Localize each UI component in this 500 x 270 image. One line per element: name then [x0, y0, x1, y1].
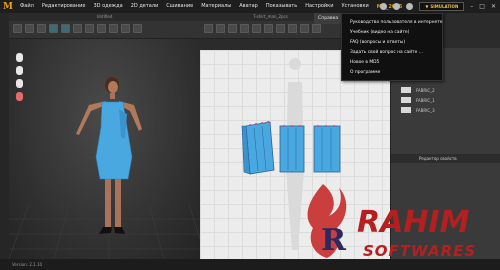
tool-brush-icon[interactable] [97, 24, 106, 33]
menu-file[interactable]: Файл [16, 0, 38, 13]
close-icon[interactable]: ✕ [491, 3, 496, 10]
pattern-piece[interactable] [245, 121, 275, 175]
watermark-sub: SOFTWARES [363, 242, 476, 260]
tool-rectangle-icon[interactable] [240, 24, 249, 33]
menu-settings[interactable]: Настройки [301, 0, 337, 13]
tool-sew-free-icon[interactable] [300, 24, 309, 33]
tool-transform-icon[interactable] [204, 24, 213, 33]
tool-edit-point-icon[interactable] [216, 24, 225, 33]
info-icon[interactable] [393, 3, 401, 10]
tool-rotate-icon[interactable] [37, 24, 46, 33]
fabric-list: FABRIC_2 FABRIC_1 FABRIC_3 [391, 85, 500, 115]
menu-display[interactable]: Показывать [262, 0, 301, 13]
tool-pin-icon[interactable] [73, 24, 82, 33]
menu-edit[interactable]: Редактирование [38, 0, 90, 13]
left-side-strip [0, 13, 9, 263]
menu-help[interactable]: Справка [314, 13, 343, 24]
toolbar-3d: Untitled [9, 13, 200, 39]
svg-text:R: R [321, 223, 347, 258]
tool-move-icon[interactable] [25, 24, 34, 33]
viewport-3d[interactable] [9, 39, 200, 259]
menu-item-online-manual[interactable]: Руководство пользователя в интернете [342, 18, 442, 28]
menu-item-about[interactable]: О программе [342, 68, 442, 78]
menu-item-ask-question[interactable]: Задать свой вопрос на сайте ... [342, 48, 442, 58]
menu-materials[interactable]: Материалы [197, 0, 235, 13]
menu-bar: M Файл Редактирование 3D одежда 2D детал… [0, 0, 500, 13]
menu-avatar[interactable]: Аватар [235, 0, 262, 13]
tool-fold-icon[interactable] [85, 24, 94, 33]
toolbar-3d-title: Untitled [9, 13, 200, 21]
fabric-name: FABRIC_3 [416, 107, 435, 113]
fabric-swatch [401, 107, 411, 113]
menu-item-video-tutorial[interactable]: Учебник (видео на сайте) [342, 28, 442, 38]
user-icon[interactable] [380, 3, 388, 10]
menu-item-whats-new[interactable]: Новое в MD5 [342, 58, 442, 68]
menu-2d-pattern[interactable]: 2D детали [127, 0, 163, 13]
list-item[interactable]: FABRIC_1 [391, 95, 500, 105]
menu-preferences[interactable]: Установки [337, 0, 372, 13]
simulation-button[interactable]: ▼ SIMULATION [419, 2, 465, 11]
property-editor-header: Редактор свойств [391, 154, 500, 163]
tool-camera-icon[interactable] [121, 24, 130, 33]
tool-measure-icon[interactable] [109, 24, 118, 33]
settings-icon[interactable] [406, 3, 414, 10]
tool-avatar-icon[interactable] [133, 24, 142, 33]
tool-circle-icon[interactable] [252, 24, 261, 33]
maximize-icon[interactable]: □ [479, 3, 485, 10]
avatar-scene [9, 77, 200, 259]
tool-tshirt-icon[interactable] [49, 24, 58, 33]
watermark-logo: R RAHIM SOFTWARES [307, 184, 476, 260]
tool-seam-icon[interactable] [276, 24, 285, 33]
fabric-swatch [401, 87, 411, 93]
fabric-swatch [401, 97, 411, 103]
pattern-piece[interactable] [279, 125, 305, 173]
tool-garment-icon[interactable] [61, 24, 70, 33]
help-dropdown-menu: Руководство пользователя в интернете Уче… [341, 13, 443, 81]
simulation-label: SIMULATION [430, 4, 459, 9]
fabric-name: FABRIC_1 [416, 97, 435, 103]
pattern-piece[interactable] [313, 125, 341, 173]
tool-select-icon[interactable] [13, 24, 22, 33]
list-item[interactable]: FABRIC_2 [391, 85, 500, 95]
menu-sewing[interactable]: Сшивание [162, 0, 197, 13]
tool-dart-icon[interactable] [264, 24, 273, 33]
app-logo: M [3, 1, 13, 12]
tool-sew-icon[interactable] [288, 24, 297, 33]
menubar-right-icons: ▼ SIMULATION – □ ✕ [380, 0, 500, 13]
tool-polygon-icon[interactable] [228, 24, 237, 33]
minimize-icon[interactable]: – [470, 3, 473, 10]
fabric-name: FABRIC_2 [416, 87, 435, 93]
garment-dress-3d[interactable] [95, 101, 133, 180]
simulation-icon: ▼ [425, 4, 429, 9]
menu-3d-garment[interactable]: 3D одежда [89, 0, 126, 13]
tool-texture-icon[interactable] [312, 24, 321, 33]
list-item[interactable]: FABRIC_3 [391, 105, 500, 115]
watermark-brand: RAHIM [357, 205, 470, 240]
menu-item-faq[interactable]: FAQ (вопросы и ответы) [342, 38, 442, 48]
